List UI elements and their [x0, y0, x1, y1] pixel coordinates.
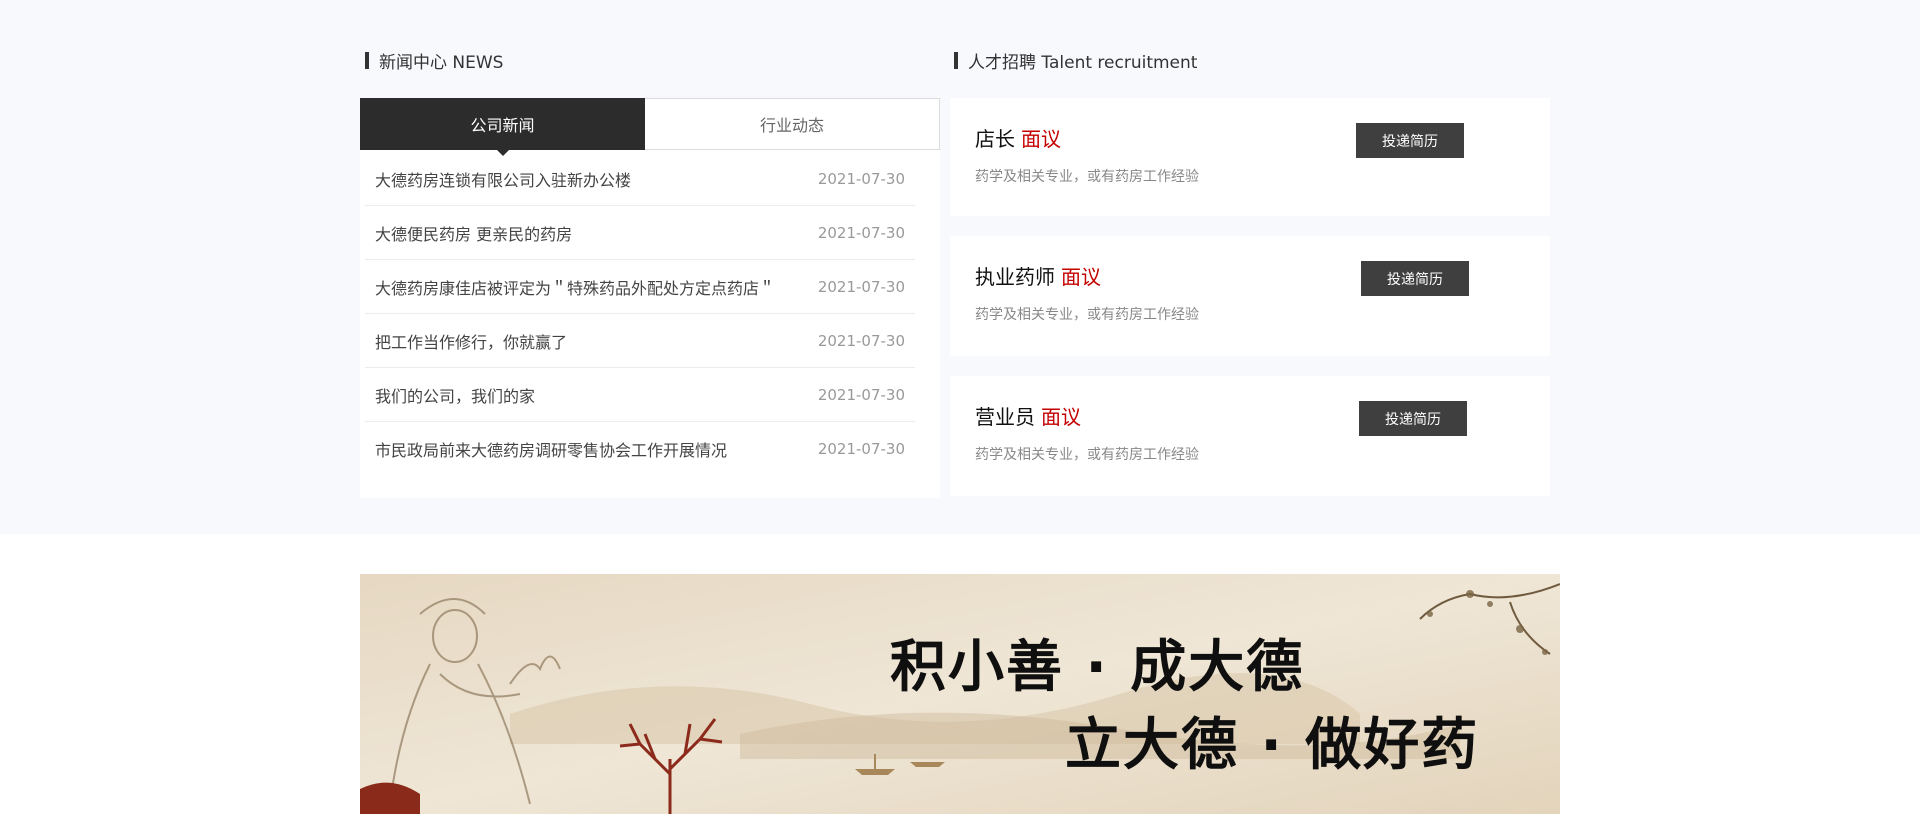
news-item-title[interactable]: 市民政局前来大德药房调研零售协会工作开展情况	[375, 437, 727, 461]
news-item[interactable]: 我们的公司，我们的家 2021-07-30	[365, 368, 915, 422]
job-title: 营业员 面议	[975, 401, 1081, 430]
news-item[interactable]: 大德药房康佳店被评定为＂特殊药品外配处方定点药店＂ 2021-07-30	[365, 260, 915, 314]
news-item-date: 2021-07-30	[817, 385, 905, 404]
jobs-section-heading: 人才招聘 Talent recruitment	[968, 52, 1198, 73]
news-item-title[interactable]: 大德便民药房 更亲民的药房	[375, 221, 572, 245]
news-list: 大德药房连锁有限公司入驻新办公楼 2021-07-30 大德便民药房 更亲民的药…	[365, 152, 915, 476]
news-panel: 公司新闻 行业动态 大德药房连锁有限公司入驻新办公楼 2021-07-30 大德…	[360, 98, 940, 498]
banner-slogan-line1: 积小善 · 成大德	[890, 635, 1305, 700]
news-item[interactable]: 把工作当作修行，你就赢了 2021-07-30	[365, 314, 915, 368]
news-item-title[interactable]: 把工作当作修行，你就赢了	[375, 329, 567, 353]
news-item[interactable]: 市民政局前来大德药房调研零售协会工作开展情况 2021-07-30	[365, 422, 915, 476]
job-desc: 药学及相关专业，或有药房工作经验	[975, 307, 1199, 323]
job-name: 执业药师	[975, 265, 1055, 289]
news-item-date: 2021-07-30	[817, 169, 905, 188]
job-name: 营业员	[975, 405, 1035, 429]
news-section-title: 新闻中心 NEWS	[365, 50, 504, 73]
news-item-title[interactable]: 我们的公司，我们的家	[375, 383, 535, 407]
banner-slogan-line2: 立大德 · 做好药	[1065, 713, 1480, 778]
job-name: 店长	[975, 127, 1015, 151]
news-item-title[interactable]: 大德药房连锁有限公司入驻新办公楼	[375, 167, 631, 191]
title-accent-bar	[365, 51, 369, 69]
news-item-date: 2021-07-30	[817, 440, 905, 458]
job-desc: 药学及相关专业，或有药房工作经验	[975, 169, 1199, 185]
jobs-section-title: 人才招聘 Talent recruitment	[954, 50, 1198, 73]
job-desc: 药学及相关专业，或有药房工作经验	[975, 447, 1199, 463]
job-title: 店长 面议	[975, 123, 1061, 152]
apply-resume-button[interactable]: 投递简历	[1359, 401, 1467, 436]
job-salary: 面议	[1021, 127, 1061, 151]
news-item[interactable]: 大德便民药房 更亲民的药房 2021-07-30	[365, 206, 915, 260]
brand-banner: 积小善 · 成大德 立大德 · 做好药	[360, 574, 1560, 814]
news-item-date: 2021-07-30	[817, 331, 905, 350]
job-title: 执业药师 面议	[975, 261, 1101, 290]
apply-resume-button[interactable]: 投递简历	[1356, 123, 1464, 158]
news-section-heading: 新闻中心 NEWS	[379, 52, 504, 73]
job-card-store-manager: 店长 面议 药学及相关专业，或有药房工作经验 投递简历	[950, 98, 1550, 216]
job-salary: 面议	[1061, 265, 1101, 289]
tab-company-news[interactable]: 公司新闻	[360, 98, 645, 156]
news-item[interactable]: 大德药房连锁有限公司入驻新办公楼 2021-07-30	[365, 152, 915, 206]
news-item-date: 2021-07-30	[817, 277, 905, 296]
job-card-pharmacist: 执业药师 面议 药学及相关专业，或有药房工作经验 投递简历	[950, 236, 1550, 356]
job-card-sales-clerk: 营业员 面议 药学及相关专业，或有药房工作经验 投递简历	[950, 376, 1550, 496]
title-accent-bar	[954, 51, 958, 69]
apply-resume-button[interactable]: 投递简历	[1361, 261, 1469, 296]
job-salary: 面议	[1041, 405, 1081, 429]
news-item-title[interactable]: 大德药房康佳店被评定为＂特殊药品外配处方定点药店＂	[375, 275, 775, 299]
tab-industry-news[interactable]: 行业动态	[645, 98, 940, 150]
news-item-date: 2021-07-30	[817, 223, 905, 242]
news-tabs: 公司新闻 行业动态	[360, 98, 940, 156]
